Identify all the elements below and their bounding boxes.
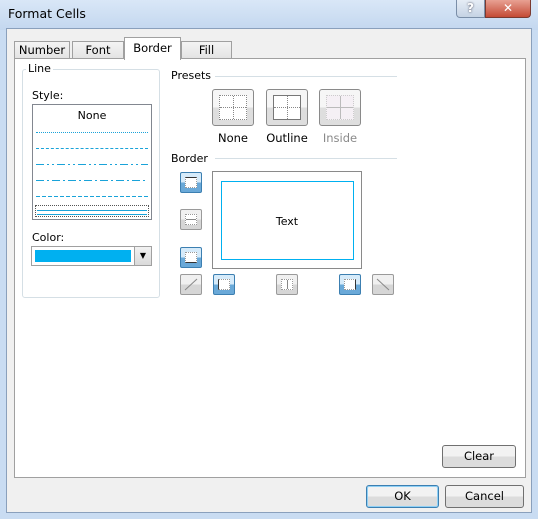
style-label-text: Style: (32, 89, 64, 102)
window-title: Format Cells (8, 6, 86, 21)
border-bottom-button[interactable] (180, 247, 202, 268)
border-inside-horizontal-button[interactable] (180, 209, 202, 230)
style-option-dash-dot-dot[interactable] (36, 164, 148, 165)
color-label: Color: (32, 231, 65, 244)
clear-button[interactable]: Clear (442, 445, 516, 468)
color-swatch (35, 250, 131, 262)
dialog-body: Number Font Border Fill Line Style: None… (6, 28, 532, 513)
style-option-dotted[interactable] (36, 132, 148, 133)
preset-none-button[interactable] (212, 89, 254, 126)
preset-outline-button[interactable] (266, 89, 308, 126)
presets-divider (215, 76, 397, 77)
style-option-dashed[interactable] (36, 196, 148, 197)
diagonal-down-icon (376, 278, 390, 291)
border-right-button[interactable] (339, 274, 361, 295)
style-option-double[interactable] (35, 205, 149, 217)
border-label: Border (171, 152, 208, 165)
cancel-button[interactable]: Cancel (445, 485, 524, 508)
preset-inside-label: Inside (322, 131, 358, 145)
style-label: Style: (32, 89, 63, 102)
clear-label: Clear (463, 449, 495, 463)
preset-outline-label: Outline (266, 131, 308, 145)
close-button[interactable]: ✕ (485, 0, 531, 18)
border-divider (215, 158, 397, 159)
tab-number[interactable]: Number (14, 41, 70, 59)
help-button[interactable]: ? (456, 0, 485, 18)
border-top-button[interactable] (180, 172, 202, 193)
style-option-dash-dot[interactable] (36, 180, 148, 181)
ok-button[interactable]: OK (366, 485, 439, 508)
preset-inside-button (319, 89, 361, 126)
tab-font[interactable]: Font (72, 41, 124, 59)
border-diagonal-up-button[interactable] (180, 274, 202, 295)
presets-label: Presets (171, 69, 212, 82)
border-left-button[interactable] (213, 274, 235, 295)
border-tab-panel: Line Style: None Color: ▼ Presets None O… (14, 58, 526, 478)
border-inside-vertical-button[interactable] (276, 274, 298, 295)
diagonal-up-icon (184, 278, 198, 291)
preview-text: Text (275, 215, 299, 228)
style-option-dashed-fine[interactable] (36, 148, 148, 149)
color-dropdown[interactable]: ▼ (31, 246, 152, 266)
line-group-label: Line (26, 62, 53, 75)
border-preview[interactable]: Text (212, 171, 362, 269)
tab-fill[interactable]: Fill (181, 41, 232, 59)
chevron-down-icon[interactable]: ▼ (134, 247, 151, 265)
preset-none-label: None (217, 131, 248, 145)
border-diagonal-down-button[interactable] (372, 274, 394, 295)
style-option-none[interactable]: None (33, 109, 151, 122)
tab-border[interactable]: Border (124, 37, 181, 60)
style-list[interactable]: None (32, 104, 152, 220)
